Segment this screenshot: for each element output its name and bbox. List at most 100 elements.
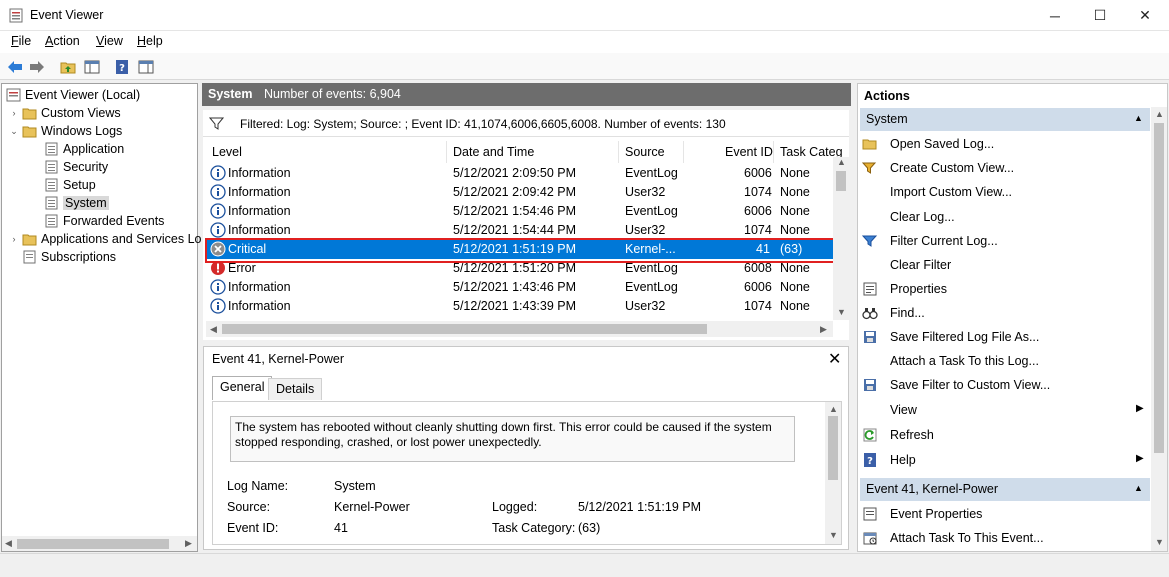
scroll-left-icon[interactable]: ◀ xyxy=(210,324,217,335)
scroll-down-icon[interactable]: ▼ xyxy=(837,307,846,317)
minimize-button[interactable]: ─ xyxy=(1032,0,1078,31)
svg-text:?: ? xyxy=(119,63,125,74)
scroll-right-icon[interactable]: ▶ xyxy=(820,324,827,335)
action-event-properties[interactable]: Event Properties xyxy=(862,503,1148,525)
action-import-custom-view[interactable]: Import Custom View... xyxy=(862,181,1148,203)
tab-details[interactable]: Details xyxy=(268,378,323,400)
menu-file[interactable]: File xyxy=(11,34,31,48)
close-button[interactable]: ✕ xyxy=(1122,0,1168,31)
action-label: Help xyxy=(890,453,916,467)
action-find[interactable]: Find... xyxy=(862,302,1148,324)
tree-horizontal-scrollbar[interactable]: ◀ ▶ xyxy=(2,536,197,551)
scroll-left-icon[interactable]: ◀ xyxy=(5,538,12,549)
action-open-saved-log[interactable]: Open Saved Log... xyxy=(862,133,1148,155)
scroll-up-icon[interactable]: ▲ xyxy=(829,404,838,414)
forward-arrow-icon xyxy=(30,61,44,73)
actions-section-event[interactable]: Event 41, Kernel-Power ▲ xyxy=(860,478,1150,501)
scrollbar-thumb[interactable] xyxy=(836,171,846,191)
up-folder-button[interactable] xyxy=(58,57,78,77)
scroll-right-icon[interactable]: ▶ xyxy=(185,538,192,549)
scroll-up-icon[interactable]: ▲ xyxy=(837,157,846,167)
action-label: Attach Task To This Event... xyxy=(890,531,1044,545)
subscriptions-icon xyxy=(23,250,36,264)
forward-button[interactable] xyxy=(27,57,47,77)
column-header-date[interactable]: Date and Time xyxy=(453,145,534,159)
tree-item-security[interactable]: Security xyxy=(44,158,108,176)
tree-item-forwarded-events[interactable]: Forwarded Events xyxy=(44,212,164,230)
event-list-vertical-scrollbar[interactable]: ▲ ▼ xyxy=(833,157,849,320)
tree-item-windows-logs[interactable]: ⌄ Windows Logs xyxy=(8,122,122,140)
event-id-value: 41 xyxy=(334,521,348,535)
maximize-button[interactable]: ☐ xyxy=(1077,0,1123,31)
expand-chevron-icon[interactable]: › xyxy=(8,234,20,244)
event-list-horizontal-scrollbar[interactable]: ◀ ▶ xyxy=(206,321,833,337)
action-save-filter-to-custom-view[interactable]: Save Filter to Custom View... xyxy=(862,374,1148,396)
filter-bar: Filtered: Log: System; Source: ; Event I… xyxy=(203,110,849,137)
menu-accel: F xyxy=(11,34,19,48)
action-pane-icon xyxy=(138,60,154,74)
actions-vertical-scrollbar[interactable]: ▲ ▼ xyxy=(1151,107,1167,551)
action-clear-filter[interactable]: Clear Filter xyxy=(862,254,1148,276)
menu-help[interactable]: Help xyxy=(137,34,163,48)
collapse-arrow-icon[interactable]: ▲ xyxy=(1134,113,1143,123)
scrollbar-thumb[interactable] xyxy=(17,539,169,549)
submenu-arrow-icon: ▶ xyxy=(1136,403,1144,414)
title-bar: Event Viewer ─ ☐ ✕ xyxy=(0,0,1169,31)
scrollbar-thumb[interactable] xyxy=(222,324,707,334)
column-header-source[interactable]: Source xyxy=(625,145,665,159)
back-button[interactable] xyxy=(5,57,25,77)
action-refresh[interactable]: Refresh xyxy=(862,424,1148,446)
scrollbar-thumb[interactable] xyxy=(828,416,838,480)
collapse-chevron-icon[interactable]: ⌄ xyxy=(8,126,20,137)
action-label: Save Filter to Custom View... xyxy=(890,378,1051,392)
show-hide-console-tree-button[interactable] xyxy=(82,57,102,77)
event-row[interactable]: Information 5/12/2021 1:43:39 PM User32 … xyxy=(207,297,833,316)
tree-item-custom-views[interactable]: › Custom Views xyxy=(8,104,121,122)
column-header-event-id[interactable]: Event ID xyxy=(725,145,773,159)
scroll-down-icon[interactable]: ▼ xyxy=(829,530,838,540)
menu-action[interactable]: Action xyxy=(45,34,80,48)
action-filter-current-log[interactable]: Filter Current Log... xyxy=(862,230,1148,252)
tree-item-setup[interactable]: Setup xyxy=(44,176,96,194)
action-create-custom-view[interactable]: Create Custom View... xyxy=(862,157,1148,179)
scrollbar-thumb[interactable] xyxy=(1154,123,1164,453)
tree-item-application[interactable]: Application xyxy=(44,140,124,158)
column-divider[interactable] xyxy=(446,141,447,163)
help-toolbar-button[interactable]: ? xyxy=(112,57,132,77)
tree-item-applications-and-services[interactable]: › Applications and Services Lo xyxy=(8,230,202,248)
close-detail-icon[interactable]: ✕ xyxy=(828,349,841,369)
detail-vertical-scrollbar[interactable]: ▲ ▼ xyxy=(825,402,841,544)
action-help[interactable]: ? Help ▶ xyxy=(862,449,1148,471)
column-header-level[interactable]: Level xyxy=(212,145,242,159)
collapse-arrow-icon[interactable]: ▲ xyxy=(1134,483,1143,493)
scroll-up-icon[interactable]: ▲ xyxy=(1155,109,1164,119)
cell-date: 5/12/2021 2:09:42 PM xyxy=(453,185,577,199)
action-attach-task-to-event[interactable]: Attach Task To This Event... xyxy=(862,527,1148,549)
tree-item-subscriptions[interactable]: Subscriptions xyxy=(22,248,116,266)
information-icon xyxy=(210,203,226,219)
scroll-down-icon[interactable]: ▼ xyxy=(1155,537,1164,547)
tree-item-label: Setup xyxy=(63,178,96,192)
show-hide-action-pane-button[interactable] xyxy=(136,57,156,77)
tree-item-event-viewer-local[interactable]: Event Viewer (Local) xyxy=(6,86,140,104)
column-divider[interactable] xyxy=(618,141,619,163)
event-row[interactable]: Information 5/12/2021 2:09:42 PM User32 … xyxy=(207,183,833,202)
tab-general[interactable]: General xyxy=(212,376,273,400)
event-row[interactable]: Information 5/12/2021 1:54:46 PM EventLo… xyxy=(207,202,833,221)
log-icon xyxy=(45,142,58,156)
event-row[interactable]: Information 5/12/2021 1:43:46 PM EventLo… xyxy=(207,278,833,297)
action-view[interactable]: View ▶ xyxy=(862,399,1148,421)
log-icon xyxy=(45,214,58,228)
action-properties[interactable]: Properties xyxy=(862,278,1148,300)
tree-item-system[interactable]: System xyxy=(44,194,109,212)
action-attach-task-to-log[interactable]: Attach a Task To this Log... xyxy=(862,350,1148,372)
column-divider[interactable] xyxy=(773,141,774,163)
column-divider[interactable] xyxy=(683,141,684,163)
expand-chevron-icon[interactable]: › xyxy=(8,108,20,118)
action-clear-log[interactable]: Clear Log... xyxy=(862,206,1148,228)
actions-section-system[interactable]: System ▲ xyxy=(860,108,1150,131)
event-row[interactable]: Information 5/12/2021 2:09:50 PM EventLo… xyxy=(207,164,833,183)
cell-task: None xyxy=(780,280,810,294)
menu-view[interactable]: View xyxy=(96,34,123,48)
action-save-filtered-log[interactable]: Save Filtered Log File As... xyxy=(862,326,1148,348)
